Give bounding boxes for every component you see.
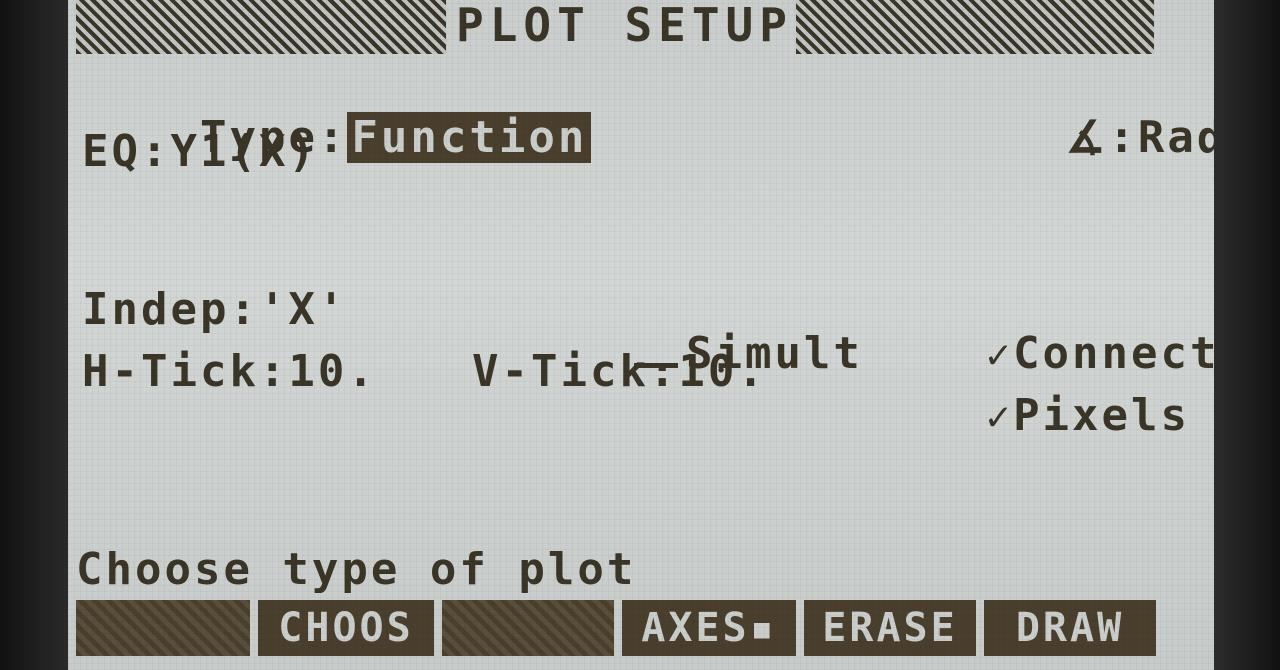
screen-title: PLOT SETUP (456, 0, 793, 52)
angle-mode-value: :Rad (1108, 112, 1214, 163)
softkey-erase[interactable]: ERASE (804, 600, 976, 656)
angle-icon: ∡ (1065, 112, 1109, 163)
status-prompt: Choose type of plot (76, 544, 637, 595)
calculator-bezel-left (0, 0, 68, 670)
htick-field[interactable]: H-Tick:10. (82, 350, 377, 394)
vtick-field[interactable]: V-Tick:10. (472, 350, 767, 394)
type-value[interactable]: Function (347, 112, 592, 163)
softkey-1[interactable] (76, 600, 250, 656)
calculator-bezel-right (1214, 0, 1280, 670)
lcd-screen: PLOT SETUP Type:Function ∡:Rad EQ:Y1(X) … (68, 0, 1214, 670)
title-pattern-left (76, 0, 446, 54)
pixels-label: Pixels (1013, 390, 1191, 441)
pixels-check-icon[interactable]: ✓ (986, 394, 1013, 440)
softkey-axes-label: AXES (641, 605, 750, 651)
title-pattern-right (796, 0, 1154, 54)
softkey-draw[interactable]: DRAW (984, 600, 1156, 656)
pixels-option[interactable]: ✓Pixels (868, 350, 1190, 482)
softkey-axes[interactable]: AXES▪ (622, 600, 796, 656)
softkey-choos[interactable]: CHOOS (258, 600, 434, 656)
indep-field[interactable]: Indep:'X' (82, 288, 347, 332)
softkey-3[interactable] (442, 600, 614, 656)
axes-on-indicator: ▪ (749, 605, 777, 651)
eq-field[interactable]: EQ:Y1(X) (82, 130, 318, 174)
angle-mode: ∡:Rad (948, 72, 1214, 204)
